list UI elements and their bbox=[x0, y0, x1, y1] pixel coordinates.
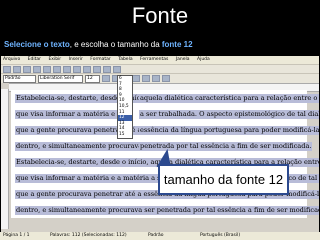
instruction-middle: , e escolha o tamanho da bbox=[69, 40, 162, 49]
align-right-icon[interactable] bbox=[152, 75, 160, 82]
align-center-icon[interactable] bbox=[142, 75, 150, 82]
paste-icon[interactable] bbox=[73, 65, 81, 73]
bold-icon[interactable] bbox=[102, 75, 110, 82]
menu-tabela[interactable]: Tabela bbox=[118, 57, 132, 62]
writer-window: Arquivo Editar Exibir Inserir Formatar T… bbox=[1, 56, 319, 240]
menu-editar[interactable]: Editar bbox=[28, 57, 41, 62]
doc-line-8: dentro, e simultaneamente procurava ser … bbox=[15, 206, 319, 215]
font-size-dropdown[interactable]: 6 7 8 9 10 10,5 11 12 13 14 15 bbox=[117, 75, 133, 139]
status-bar: Página 1 / 1 Palavras: 112 (Selecionadas… bbox=[0, 232, 320, 240]
status-style: Padrão bbox=[148, 233, 164, 238]
align-left-icon[interactable] bbox=[132, 75, 140, 82]
save-icon[interactable] bbox=[23, 65, 31, 73]
redo-icon[interactable] bbox=[93, 65, 101, 73]
doc-line-2a: que visa informar a matéria e a bbox=[15, 110, 123, 119]
zoom-icon[interactable] bbox=[113, 65, 121, 73]
menu-bar: Arquivo Editar Exibir Inserir Formatar T… bbox=[1, 56, 319, 64]
menu-janela[interactable]: Janela bbox=[176, 57, 190, 62]
print-icon[interactable] bbox=[33, 65, 41, 73]
spellcheck-icon[interactable] bbox=[43, 65, 51, 73]
undo-icon[interactable] bbox=[83, 65, 91, 73]
cut-icon[interactable] bbox=[53, 65, 61, 73]
vertical-ruler[interactable] bbox=[1, 89, 9, 229]
doc-line-1b: aquela dialética característica para a r… bbox=[139, 94, 319, 103]
font-name-combo[interactable]: Liberation Serif bbox=[38, 74, 83, 83]
menu-inserir[interactable]: Inserir bbox=[69, 57, 83, 62]
standard-toolbar bbox=[1, 64, 319, 73]
menu-exibir[interactable]: Exibir bbox=[48, 57, 61, 62]
doc-line-3b: essência da língua portuguesa para poder… bbox=[139, 126, 319, 135]
doc-line-4a: dentro, e simultaneamente procurava ser bbox=[15, 142, 156, 151]
open-icon[interactable] bbox=[13, 65, 21, 73]
new-icon[interactable] bbox=[3, 65, 11, 73]
instruction-highlight-size: fonte 12 bbox=[161, 40, 193, 49]
status-words: Palavras: 112 (Selecionadas: 112) bbox=[50, 233, 127, 238]
menu-formatar[interactable]: Formatar bbox=[90, 57, 110, 62]
instruction-text: Selecione o texto, e escolha o tamanho d… bbox=[4, 40, 193, 49]
menu-ajuda[interactable]: Ajuda bbox=[197, 57, 210, 62]
status-language: Português (Brasil) bbox=[200, 233, 241, 238]
status-page: Página 1 / 1 bbox=[3, 233, 30, 238]
doc-line-2b: a ser trabalhada. O aspecto epistemológi… bbox=[139, 110, 319, 119]
justify-icon[interactable] bbox=[162, 75, 170, 82]
font-size-option[interactable]: 15 bbox=[118, 132, 132, 138]
table-icon[interactable] bbox=[103, 65, 111, 73]
instruction-highlight-select: Selecione o texto bbox=[4, 40, 70, 49]
callout-box: tamanho da fonte 12 bbox=[158, 164, 289, 195]
font-size-combo[interactable]: 12 bbox=[85, 74, 100, 83]
formatting-toolbar: Padrão Liberation Serif 12 bbox=[1, 73, 319, 83]
menu-ferramentas[interactable]: Ferramentas bbox=[140, 57, 168, 62]
doc-line-1a: Estabelecia-se, destarte, desde o início… bbox=[15, 94, 156, 103]
slide-title: Fonte bbox=[131, 3, 189, 28]
copy-icon[interactable] bbox=[63, 65, 71, 73]
style-combo[interactable]: Padrão bbox=[3, 74, 36, 83]
menu-arquivo[interactable]: Arquivo bbox=[3, 57, 20, 62]
